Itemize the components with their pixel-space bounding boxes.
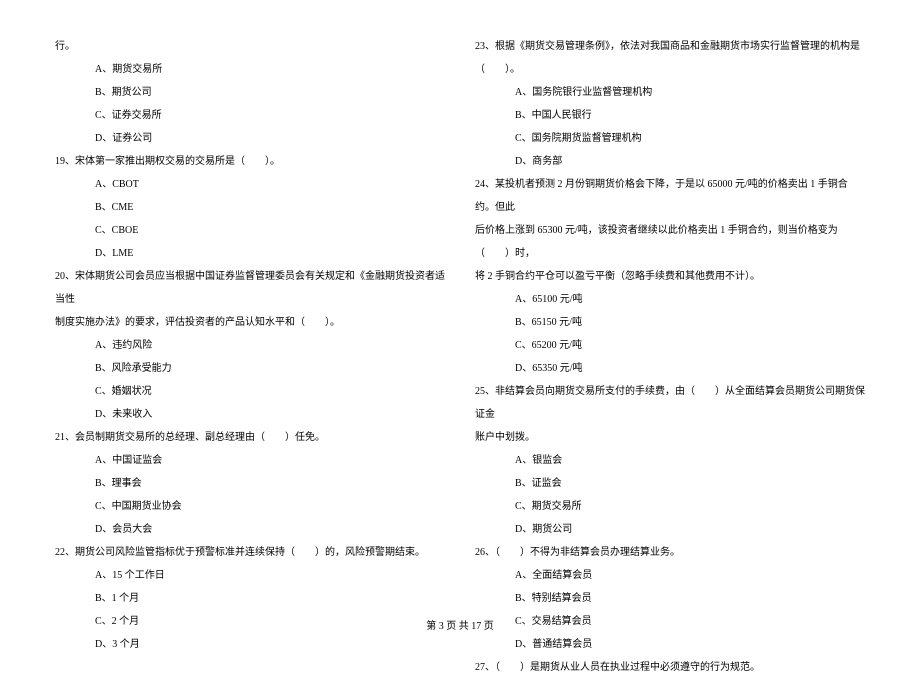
- q23-text-line2: （ ）。: [475, 58, 865, 81]
- q24-option-d: D、65350 元/吨: [475, 357, 865, 380]
- q24-text-line3: 将 2 手铜合约平仓可以盈亏平衡（忽略手续费和其他费用不计）。: [475, 265, 865, 288]
- left-column: 行。 A、期货交易所 B、期货公司 C、证券交易所 D、证券公司 19、宋体第一…: [55, 35, 445, 679]
- q21-option-a: A、中国证监会: [55, 449, 445, 472]
- q22-text: 22、期货公司风险监管指标优于预警标准并连续保持（ ）的，风险预警期结束。: [55, 541, 445, 564]
- q24-option-c: C、65200 元/吨: [475, 334, 865, 357]
- q21-text: 21、会员制期货交易所的总经理、副总经理由（ ）任免。: [55, 426, 445, 449]
- q19-option-d: D、LME: [55, 242, 445, 265]
- q19-option-c: C、CBOE: [55, 219, 445, 242]
- q19-option-a: A、CBOT: [55, 173, 445, 196]
- q18-option-a: A、期货交易所: [55, 58, 445, 81]
- q25-text-line2: 账户中划拨。: [475, 426, 865, 449]
- q25-option-c: C、期货交易所: [475, 495, 865, 518]
- q27-text: 27、（ ）是期货从业人员在执业过程中必须遵守的行为规范。: [475, 656, 865, 679]
- q23-option-d: D、商务部: [475, 150, 865, 173]
- q21-option-b: B、理事会: [55, 472, 445, 495]
- q23-option-b: B、中国人民银行: [475, 104, 865, 127]
- q21-option-d: D、会员大会: [55, 518, 445, 541]
- q26-option-a: A、全面结算会员: [475, 564, 865, 587]
- q24-text-line2: 后价格上涨到 65300 元/吨，该投资者继续以此价格卖出 1 手铜合约，则当价…: [475, 219, 865, 265]
- q20-option-c: C、婚姻状况: [55, 380, 445, 403]
- q26-text: 26、（ ）不得为非结算会员办理结算业务。: [475, 541, 865, 564]
- right-column: 23、根据《期货交易管理条例》，依法对我国商品和金融期货市场实行监督管理的机构是…: [475, 35, 865, 679]
- q18-option-c: C、证券交易所: [55, 104, 445, 127]
- q24-option-a: A、65100 元/吨: [475, 288, 865, 311]
- q21-option-c: C、中国期货业协会: [55, 495, 445, 518]
- q25-text-line1: 25、非结算会员向期货交易所支付的手续费，由（ ）从全面结算会员期货公司期货保证…: [475, 380, 865, 426]
- q23-option-c: C、国务院期货监督管理机构: [475, 127, 865, 150]
- q23-option-a: A、国务院银行业监督管理机构: [475, 81, 865, 104]
- q25-option-b: B、证监会: [475, 472, 865, 495]
- page-footer: 第 3 页 共 17 页: [0, 617, 920, 632]
- q24-option-b: B、65150 元/吨: [475, 311, 865, 334]
- q20-text-line1: 20、宋体期货公司会员应当根据中国证券监督管理委员会有关规定和《金融期货投资者适…: [55, 265, 445, 311]
- q20-option-a: A、违约风险: [55, 334, 445, 357]
- q23-text-line1: 23、根据《期货交易管理条例》，依法对我国商品和金融期货市场实行监督管理的机构是: [475, 35, 865, 58]
- q20-text-line2: 制度实施办法》的要求，评估投资者的产品认知水平和（ ）。: [55, 311, 445, 334]
- q25-option-a: A、银监会: [475, 449, 865, 472]
- q18-option-d: D、证券公司: [55, 127, 445, 150]
- q20-option-d: D、未来收入: [55, 403, 445, 426]
- q19-option-b: B、CME: [55, 196, 445, 219]
- q22-option-b: B、1 个月: [55, 587, 445, 610]
- q20-option-b: B、风险承受能力: [55, 357, 445, 380]
- q19-text: 19、宋体第一家推出期权交易的交易所是（ ）。: [55, 150, 445, 173]
- document-content: 行。 A、期货交易所 B、期货公司 C、证券交易所 D、证券公司 19、宋体第一…: [55, 35, 865, 679]
- continuation-text: 行。: [55, 35, 445, 58]
- q18-option-b: B、期货公司: [55, 81, 445, 104]
- q22-option-a: A、15 个工作日: [55, 564, 445, 587]
- q25-option-d: D、期货公司: [475, 518, 865, 541]
- q26-option-d: D、普通结算会员: [475, 633, 865, 656]
- q22-option-d: D、3 个月: [55, 633, 445, 656]
- q26-option-b: B、特别结算会员: [475, 587, 865, 610]
- q24-text-line1: 24、某投机者预测 2 月份铜期货价格会下降，于是以 65000 元/吨的价格卖…: [475, 173, 865, 219]
